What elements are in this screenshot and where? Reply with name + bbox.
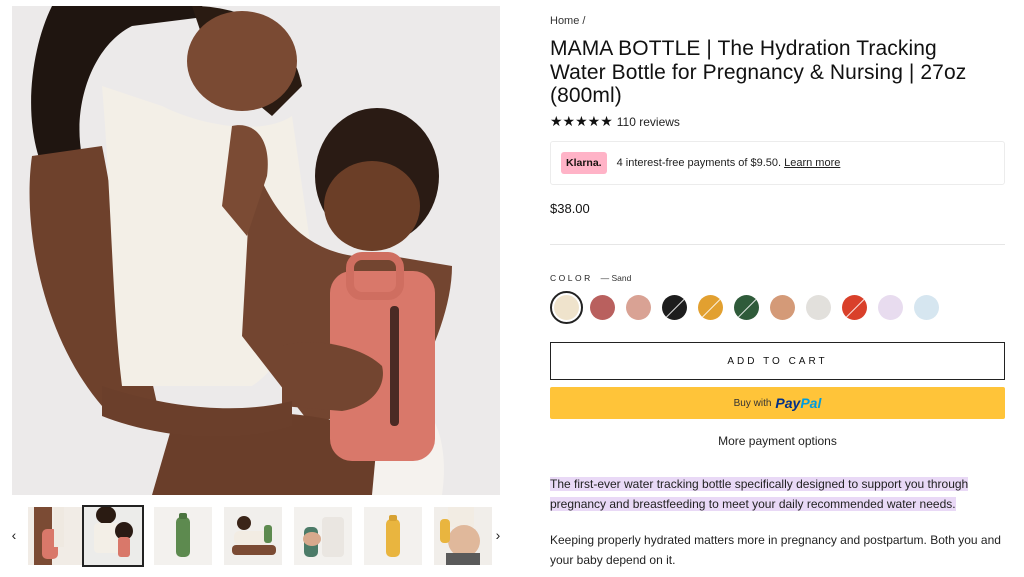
selected-color-name: — Sand xyxy=(600,273,632,283)
klarna-text: 4 interest-free payments of $9.50. xyxy=(616,157,782,169)
thumbnail-bottle-carry[interactable] xyxy=(28,507,86,565)
product-price: $38.00 xyxy=(550,201,590,216)
klarna-banner: Klarna. 4 interest-free payments of $9.5… xyxy=(550,141,1005,185)
swatch-slash-mark xyxy=(844,297,866,319)
color-heading: COLOR xyxy=(550,273,593,283)
color-swatch-rose[interactable] xyxy=(590,295,615,320)
star-rating-icon: ★★★★★ xyxy=(550,113,613,129)
thumbnail-pregnant-belly[interactable] xyxy=(434,507,492,565)
breadcrumb-home-link[interactable]: Home xyxy=(550,15,579,27)
product-rating[interactable]: ★★★★★ 110 reviews xyxy=(550,113,680,130)
thumbnail-nursing-mother[interactable] xyxy=(82,505,144,567)
color-swatch-fog[interactable] xyxy=(806,295,831,320)
swatch-slash-mark xyxy=(664,297,686,319)
color-swatches xyxy=(550,291,950,324)
thumbnail-image xyxy=(224,507,282,565)
color-swatch-red[interactable] xyxy=(842,295,867,320)
product-main-image[interactable] xyxy=(12,6,500,495)
highlighted-text: The first-ever water tracking bottle spe… xyxy=(550,477,969,511)
product-title: MAMA BOTTLE | The Hydration Tracking Wat… xyxy=(550,37,967,107)
color-swatch-black[interactable] xyxy=(662,295,687,320)
nursing-mother-photo xyxy=(12,6,500,495)
thumbnail-image xyxy=(28,507,86,565)
color-swatch-forest[interactable] xyxy=(734,295,759,320)
paypal-button[interactable]: Buy with Pay Pal xyxy=(550,387,1005,419)
breadcrumb-separator: / xyxy=(582,15,586,27)
paypal-buy-with-label: Buy with xyxy=(733,397,772,409)
product-description-highlight: The first-ever water tracking bottle spe… xyxy=(550,474,1005,514)
divider xyxy=(550,244,1005,245)
klarna-logo: Klarna. xyxy=(561,152,607,174)
chevron-left-icon[interactable]: ‹ xyxy=(6,525,22,545)
color-swatch-sand[interactable] xyxy=(550,291,583,324)
thumbnail-green-bottle[interactable] xyxy=(154,507,212,565)
thumbnail-mother-reclining[interactable] xyxy=(224,507,282,565)
color-swatch-blush[interactable] xyxy=(626,295,651,320)
paypal-logo-pay: Pay xyxy=(775,395,801,411)
more-payment-options-link[interactable]: More payment options xyxy=(550,434,1005,448)
color-swatch-sky[interactable] xyxy=(914,295,939,320)
thumbnail-image xyxy=(364,507,422,565)
chevron-right-icon[interactable]: › xyxy=(490,525,506,545)
thumbnail-image xyxy=(154,507,212,565)
color-swatch-mustard[interactable] xyxy=(698,295,723,320)
color-label: COLOR — Sand xyxy=(550,273,631,283)
thumbnail-image xyxy=(434,507,492,565)
add-to-cart-button[interactable]: ADD TO CART xyxy=(550,342,1005,380)
thumbnail-hand-bottle[interactable] xyxy=(294,507,352,565)
product-description: Keeping properly hydrated matters more i… xyxy=(550,533,1001,567)
review-count[interactable]: 110 reviews xyxy=(617,115,680,129)
paypal-logo-pal: Pal xyxy=(800,395,822,411)
thumbnail-image xyxy=(84,507,142,565)
color-swatch-terracotta[interactable] xyxy=(770,295,795,320)
swatch-slash-mark xyxy=(736,297,758,319)
thumbnail-image xyxy=(294,507,352,565)
thumbnail-strip: ‹ › xyxy=(0,503,512,569)
color-swatch-lilac[interactable] xyxy=(878,295,903,320)
breadcrumb: Home / xyxy=(550,15,585,27)
swatch-slash-mark xyxy=(700,297,722,319)
thumbnail-yellow-bottle[interactable] xyxy=(364,507,422,565)
klarna-learn-more-link[interactable]: Learn more xyxy=(784,157,840,169)
